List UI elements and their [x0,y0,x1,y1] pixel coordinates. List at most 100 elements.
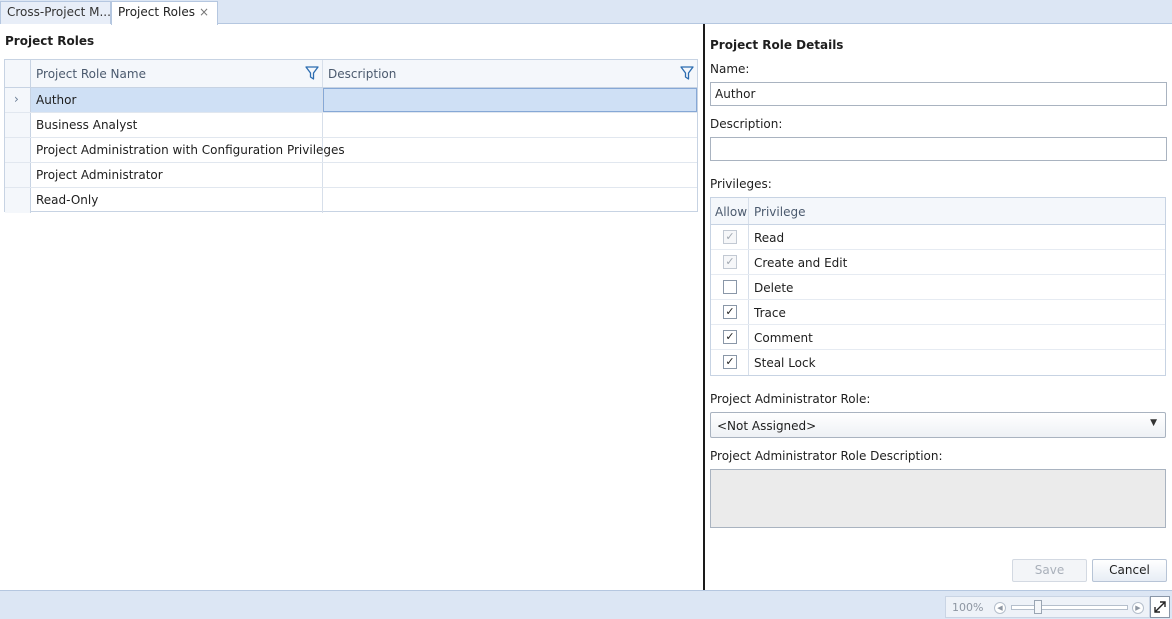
cell-text: Project Administration with Configuratio… [36,143,345,157]
row-indicator [5,188,31,213]
close-icon[interactable]: × [199,2,209,23]
tab-label: Cross-Project M... [7,5,111,19]
name-field[interactable]: Author [710,82,1167,106]
privilege-row: ✓ Trace [711,300,1165,325]
cell-role-description[interactable] [323,188,697,213]
cell-role-description[interactable] [323,138,697,162]
allow-cell: ✓ [711,225,749,249]
privilege-name: Create and Edit [754,256,848,270]
allow-cell [711,275,749,299]
column-header-privilege[interactable]: Privilege [749,198,1165,224]
tab-cross-project[interactable]: Cross-Project M... [0,1,111,24]
privilege-checkbox[interactable]: ✓ [723,355,737,369]
save-button[interactable]: Save [1012,559,1087,582]
cancel-button[interactable]: Cancel [1092,559,1167,582]
name-label: Name: [710,62,750,76]
allow-cell: ✓ [711,250,749,274]
column-header-description[interactable]: Description [323,60,697,87]
description-field[interactable] [710,137,1167,161]
app-window: Cross-Project M... Project Roles × Proje… [0,0,1172,619]
table-row[interactable]: › Author [5,88,697,113]
roles-grid-header: Project Role Name Description [5,60,697,88]
cell-role-description[interactable] [323,113,697,137]
table-row[interactable]: Project Administration with Configuratio… [5,138,697,163]
status-bar: 100% ◀ ▶ [0,590,1172,619]
privilege-cell: Steal Lock [749,350,1165,375]
zoom-level: 100% [952,601,984,614]
cell-role-name[interactable]: Project Administrator [31,163,323,187]
column-header-label: Allow [715,205,748,219]
row-indicator-header [5,60,31,87]
caret-down-icon: ▼ [1150,418,1157,428]
allow-cell: ✓ [711,350,749,375]
cell-role-description[interactable] [323,88,697,112]
table-row[interactable]: Project Administrator [5,163,697,188]
privilege-cell: Trace [749,300,1165,324]
cell-text: Business Analyst [36,118,138,132]
column-header-label: Privilege [754,205,806,219]
tab-project-roles[interactable]: Project Roles × [111,1,218,25]
privilege-cell: Delete [749,275,1165,299]
privilege-cell: Comment [749,325,1165,349]
cell-text: Read-Only [36,193,99,207]
zoom-in-icon[interactable]: ▶ [1132,602,1144,614]
roles-grid: Project Role Name Description › Author B… [4,59,698,213]
allow-cell: ✓ [711,300,749,324]
zoom-slider[interactable] [1011,605,1128,610]
privilege-row: Delete [711,275,1165,300]
filter-icon[interactable] [305,66,319,80]
row-indicator [5,163,31,187]
privilege-row: ✓ Create and Edit [711,250,1165,275]
admin-role-select[interactable]: <Not Assigned> ▼ [710,412,1166,438]
privilege-row: ✓ Steal Lock [711,350,1165,375]
roles-panel-title: Project Roles [5,34,95,48]
admin-role-selected: <Not Assigned> [717,419,817,433]
privilege-checkbox[interactable]: ✓ [723,230,737,244]
tab-label: Project Roles [118,5,195,19]
fullscreen-button[interactable] [1150,596,1170,618]
privilege-checkbox[interactable] [723,280,737,294]
zoom-slider-thumb[interactable] [1034,600,1042,614]
privilege-cell: Read [749,225,1165,249]
cell-role-name[interactable]: Read-Only [31,188,323,213]
cell-role-name[interactable]: Author [31,88,323,112]
panel-splitter[interactable] [703,24,705,590]
column-header-name[interactable]: Project Role Name [31,60,323,87]
cell-text: Project Administrator [36,168,163,182]
cell-role-name[interactable]: Business Analyst [31,113,323,137]
privilege-cell: Create and Edit [749,250,1165,274]
filter-icon[interactable] [680,66,694,80]
privilege-row: ✓ Read [711,225,1165,250]
column-header-label: Description [328,67,397,81]
privilege-name: Trace [754,306,786,320]
column-header-label: Project Role Name [36,67,146,81]
admin-role-description-label: Project Administrator Role Description: [710,449,943,463]
row-indicator [5,138,31,162]
privilege-name: Delete [754,281,794,295]
zoom-control: 100% ◀ ▶ [945,596,1150,618]
privilege-checkbox[interactable]: ✓ [723,330,737,344]
privilege-checkbox[interactable]: ✓ [723,305,737,319]
row-indicator [5,113,31,137]
chevron-right-icon: › [14,92,19,106]
privilege-name: Read [754,231,785,245]
tab-strip: Cross-Project M... Project Roles × [0,0,1172,25]
details-title: Project Role Details [710,38,844,52]
cell-role-name[interactable]: Project Administration with Configuratio… [31,138,345,162]
privileges-grid-header: Allow Privilege [711,198,1165,225]
admin-role-label: Project Administrator Role: [710,392,871,406]
privilege-row: ✓ Comment [711,325,1165,350]
allow-cell: ✓ [711,325,749,349]
column-header-allow[interactable]: Allow [711,198,749,224]
cell-role-description[interactable] [323,163,697,187]
privileges-grid: Allow Privilege ✓ Read ✓ Create and Edit… [710,197,1166,376]
zoom-out-icon[interactable]: ◀ [994,602,1006,614]
table-row[interactable]: Business Analyst [5,113,697,138]
expand-icon [1154,601,1166,613]
privileges-label: Privileges: [710,177,772,191]
privilege-name: Steal Lock [754,356,816,370]
table-row[interactable]: Read-Only [5,188,697,213]
row-indicator: › [5,88,31,112]
privilege-name: Comment [754,331,813,345]
privilege-checkbox[interactable]: ✓ [723,255,737,269]
